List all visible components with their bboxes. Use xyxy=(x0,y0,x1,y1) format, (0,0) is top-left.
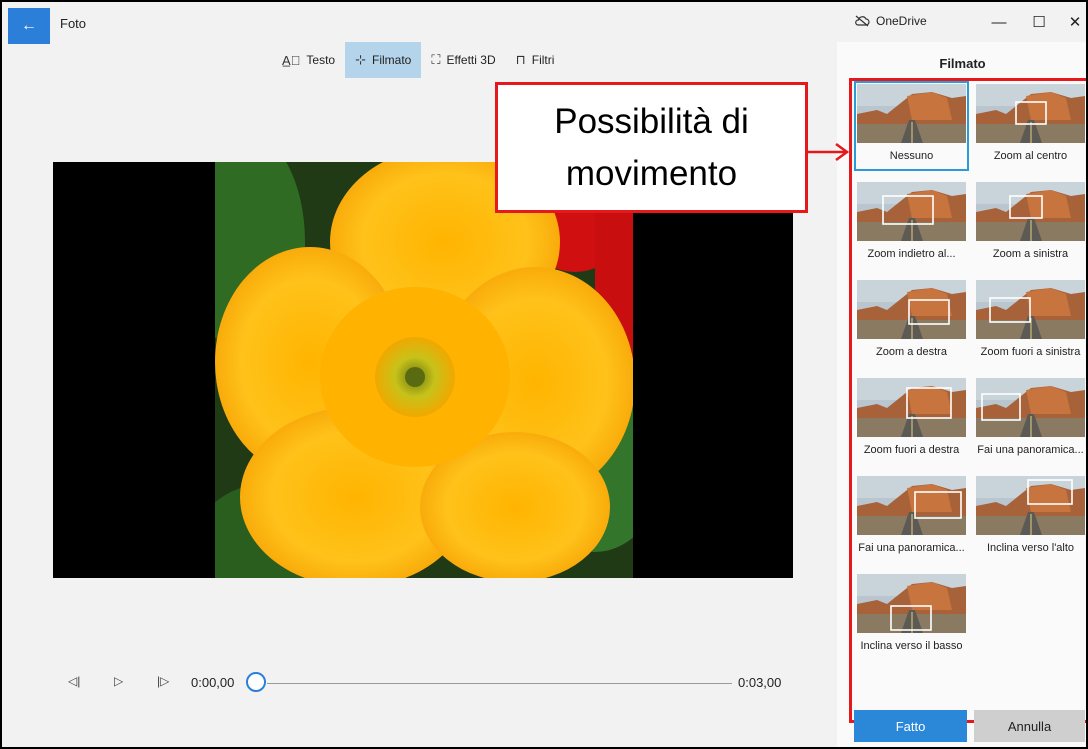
motion-option-label: Zoom a destra xyxy=(876,346,947,358)
play-icon[interactable]: ▷ xyxy=(114,674,123,688)
tab-3d-effects-label: Effetti 3D xyxy=(446,53,496,67)
video-preview xyxy=(53,162,793,578)
motion-option[interactable]: Zoom al centro xyxy=(973,81,1086,173)
motion-option[interactable]: Zoom fuori a sinistra xyxy=(973,277,1086,369)
onedrive-status[interactable]: OneDrive xyxy=(854,14,927,28)
motion-option-thumbnail xyxy=(857,574,966,633)
motion-option-label: Zoom a sinistra xyxy=(992,248,1069,260)
close-button[interactable]: ✕ xyxy=(1064,12,1086,34)
motion-option[interactable]: Zoom indietro al... xyxy=(854,179,969,271)
motion-option[interactable]: Zoom a sinistra xyxy=(973,179,1086,271)
app-window: ← Foto OneDrive — ☐ ✕ A̲⃞ Testo ⊹ Filmat… xyxy=(0,0,1088,749)
motion-option[interactable]: Zoom a destra xyxy=(854,277,969,369)
flower-image xyxy=(215,162,633,578)
3d-effects-icon: ⛶ xyxy=(431,52,441,67)
motion-options-grid: Nessuno Zoom al centro Zoom indietro al...… xyxy=(849,78,1086,723)
timeline-thumb[interactable] xyxy=(246,672,266,692)
timeline-track[interactable] xyxy=(267,683,732,684)
motion-option[interactable]: Zoom fuori a destra xyxy=(854,375,969,467)
motion-option-label: Zoom indietro al... xyxy=(867,248,956,260)
next-frame-icon[interactable]: |▷ xyxy=(157,674,169,688)
callout-line-1: Possibilità di xyxy=(554,101,749,141)
filter-icon: ⊓ xyxy=(515,52,526,67)
motion-option[interactable]: Nessuno xyxy=(854,81,969,173)
tab-text[interactable]: A̲⃞ Testo xyxy=(272,42,345,78)
callout-arrow-icon xyxy=(808,142,850,162)
motion-option-thumbnail xyxy=(857,280,966,339)
current-time: 0:00,00 xyxy=(191,675,235,690)
motion-option[interactable]: Inclina verso il basso xyxy=(854,571,969,663)
cloud-off-icon xyxy=(855,15,870,27)
back-button[interactable]: ← xyxy=(8,8,50,44)
motion-option-label: Nessuno xyxy=(889,150,934,162)
text-icon: A̲⃞ xyxy=(282,52,301,68)
motion-option[interactable]: Inclina verso l'alto xyxy=(973,473,1086,565)
motion-option-thumbnail xyxy=(976,476,1085,535)
tab-motion[interactable]: ⊹ Filmato xyxy=(345,42,422,78)
motion-option-label: Zoom fuori a destra xyxy=(863,444,960,456)
callout-line-2: movimento xyxy=(565,153,738,193)
edit-toolbar: A̲⃞ Testo ⊹ Filmato ⛶ Effetti 3D ⊓ Filtr… xyxy=(272,42,564,78)
maximize-button[interactable]: ☐ xyxy=(1024,12,1054,34)
motion-option-thumbnail xyxy=(976,378,1085,437)
minimize-button[interactable]: — xyxy=(984,12,1014,34)
previous-frame-icon[interactable]: ◁| xyxy=(68,674,80,688)
tab-3d-effects[interactable]: ⛶ Effetti 3D xyxy=(421,42,505,78)
tab-text-label: Testo xyxy=(306,53,336,67)
back-arrow-icon: ← xyxy=(21,17,37,34)
motion-option-label: Zoom fuori a sinistra xyxy=(980,346,1081,358)
motion-option[interactable]: Fai una panoramica... xyxy=(973,375,1086,467)
motion-option-label: Zoom al centro xyxy=(993,150,1068,162)
motion-icon: ⊹ xyxy=(355,52,367,67)
app-title: Foto xyxy=(60,16,87,31)
motion-option-label: Inclina verso l'alto xyxy=(986,542,1075,554)
done-button[interactable]: Fatto xyxy=(854,710,967,742)
onedrive-label: OneDrive xyxy=(876,14,927,28)
panel-title: Filmato xyxy=(939,56,986,71)
cancel-button[interactable]: Annulla xyxy=(974,710,1085,742)
tab-filters[interactable]: ⊓ Filtri xyxy=(506,42,565,78)
motion-option-thumbnail xyxy=(976,182,1085,241)
playback-bar: ◁| ▷ |▷ 0:00,00 0:03,00 xyxy=(62,668,792,698)
motion-option-thumbnail xyxy=(857,476,966,535)
motion-panel: Filmato Nessuno Zoom al centro Zoom indiet… xyxy=(837,42,1086,747)
motion-option-label: Fai una panoramica... xyxy=(858,542,965,554)
motion-option[interactable]: Fai una panoramica... xyxy=(854,473,969,565)
title-bar: ← Foto OneDrive — ☐ ✕ xyxy=(2,2,1086,44)
end-time: 0:03,00 xyxy=(738,675,782,690)
motion-option-label: Inclina verso il basso xyxy=(860,640,963,652)
callout-box: Possibilità di movimento xyxy=(495,82,808,213)
tab-filters-label: Filtri xyxy=(531,53,555,67)
motion-option-thumbnail xyxy=(976,84,1085,143)
motion-option-label: Fai una panoramica... xyxy=(977,444,1084,456)
motion-option-thumbnail xyxy=(976,280,1085,339)
motion-option-thumbnail xyxy=(857,378,966,437)
motion-option-thumbnail xyxy=(857,182,966,241)
tab-motion-label: Filmato xyxy=(372,53,412,67)
